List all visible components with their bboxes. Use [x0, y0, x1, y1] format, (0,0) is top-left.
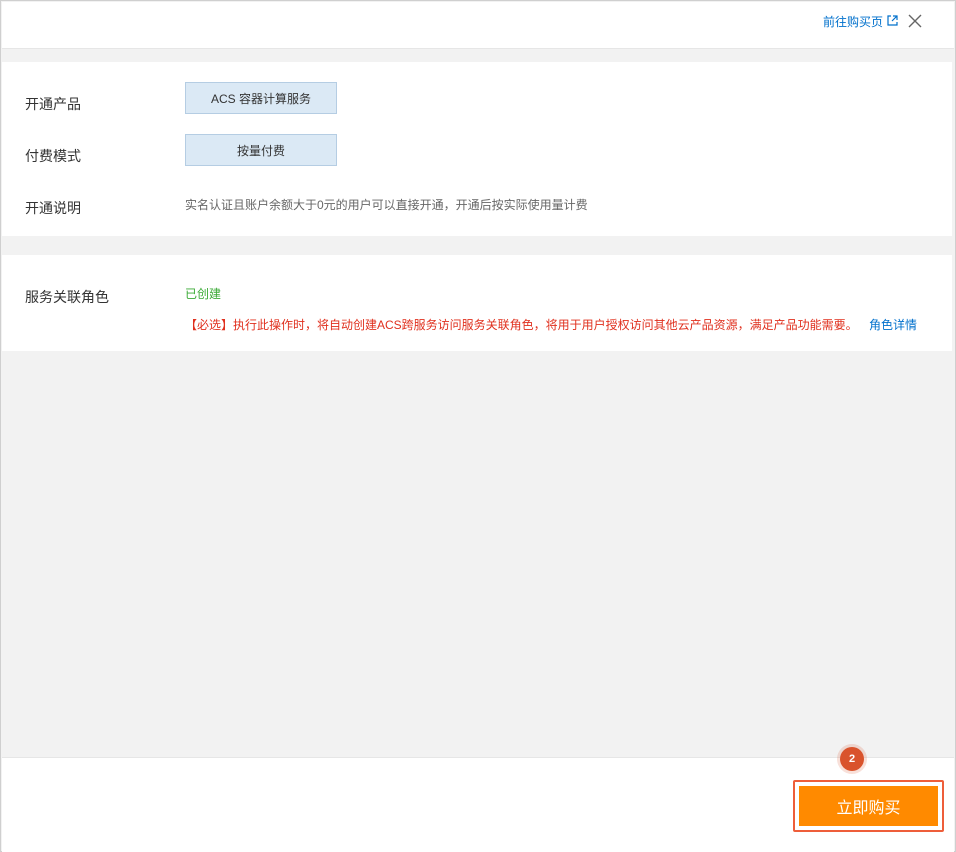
billing-label: 付费模式: [25, 148, 81, 164]
buy-button-highlight: 立即购买: [793, 780, 944, 832]
role-details-link[interactable]: 角色详情: [869, 316, 917, 333]
product-row: 开通产品 ACS 容器计算服务: [2, 82, 952, 114]
description-text: 实名认证且账户余额大于0元的用户可以直接开通，开通后按实际使用量计费: [185, 198, 588, 212]
service-role-label: 服务关联角色: [25, 289, 109, 305]
external-link-icon: [887, 14, 898, 29]
dialog-header: 前往购买页: [2, 2, 954, 49]
description-label: 开通说明: [25, 200, 81, 216]
dialog-frame: 前往购买页 开通产品 ACS 容器计算服务 付费模式 按量付费 开通说明 实名认: [0, 0, 956, 852]
billing-chip[interactable]: 按量付费: [185, 134, 337, 166]
goto-purchase-page-label: 前往购买页: [822, 15, 883, 29]
step-badge: 2: [840, 747, 864, 771]
description-row: 开通说明 实名认证且账户余额大于0元的用户可以直接开通，开通后按实际使用量计费: [2, 190, 952, 220]
product-info-section: 开通产品 ACS 容器计算服务 付费模式 按量付费 开通说明 实名认证且账户余额…: [2, 62, 952, 236]
required-note: 【必选】执行此操作时，将自动创建ACS跨服务访问服务关联角色，将用于用户授权访问…: [185, 318, 858, 332]
product-chip[interactable]: ACS 容器计算服务: [185, 82, 337, 114]
role-status-badge: 已创建: [185, 287, 222, 301]
buy-now-button[interactable]: 立即购买: [799, 786, 938, 826]
close-icon[interactable]: [906, 12, 924, 30]
billing-row: 付费模式 按量付费: [2, 134, 952, 166]
goto-purchase-page-link[interactable]: 前往购买页: [823, 13, 898, 30]
product-label: 开通产品: [25, 96, 81, 112]
service-role-section: 服务关联角色 已创建 【必选】执行此操作时，将自动创建ACS跨服务访问服务关联角…: [2, 255, 952, 351]
